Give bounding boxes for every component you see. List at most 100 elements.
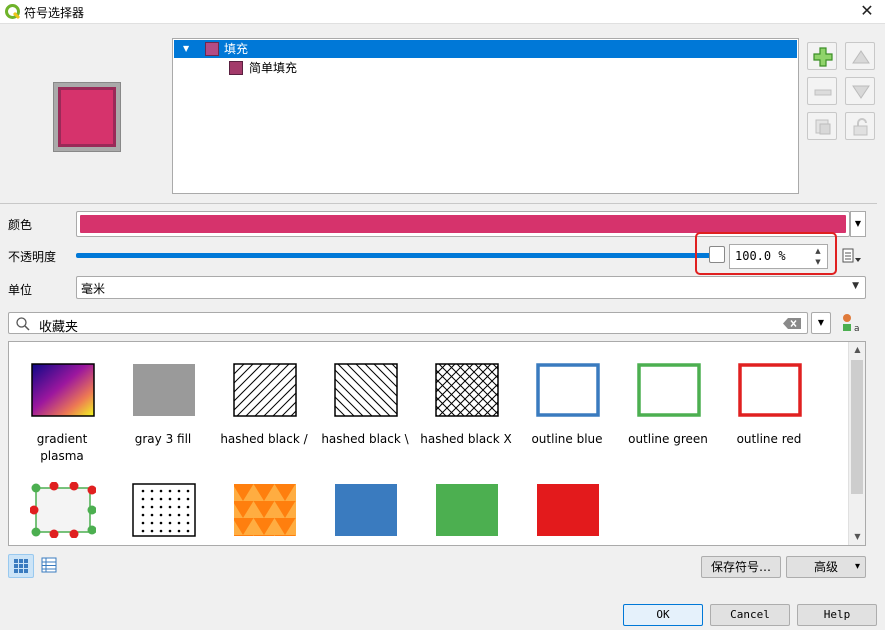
search-value: 收藏夹 bbox=[39, 320, 79, 335]
symbol-thumbnail bbox=[132, 483, 196, 537]
advanced-label: 高级 bbox=[813, 560, 838, 574]
symbol-thumbnail bbox=[31, 363, 95, 417]
expand-arrow-icon[interactable]: ▼ bbox=[183, 40, 189, 58]
list-view-button[interactable] bbox=[37, 554, 63, 578]
grid-view-icon bbox=[14, 559, 28, 573]
gallery-item[interactable] bbox=[113, 462, 213, 545]
search-input[interactable]: 收藏夹 bbox=[8, 312, 808, 335]
save-symbol-button[interactable]: 保存符号… bbox=[701, 556, 781, 578]
search-dropdown[interactable]: ▼ bbox=[811, 312, 831, 334]
duplicate-layer-icon bbox=[815, 119, 831, 135]
title-bar: 符号选择器 ✕ bbox=[0, 0, 885, 24]
gallery-item-label: gray 3 fill bbox=[134, 432, 192, 446]
unit-label: 单位 bbox=[8, 283, 33, 297]
gallery-item[interactable]: hashed black / bbox=[214, 342, 314, 452]
symbol-thumbnail bbox=[30, 482, 96, 538]
chevron-down-icon: ▾ bbox=[854, 561, 860, 572]
chevron-down-icon: ▼ bbox=[852, 281, 859, 291]
symbol-thumbnail bbox=[435, 363, 499, 417]
opacity-slider-track[interactable] bbox=[76, 253, 712, 258]
lock-icon bbox=[853, 118, 868, 136]
simple-fill-swatch-icon bbox=[229, 61, 243, 75]
symbol-thumbnail bbox=[536, 363, 600, 417]
scroll-down-icon[interactable]: ▼ bbox=[849, 529, 865, 545]
opacity-label: 不透明度 bbox=[8, 250, 57, 264]
add-layer-button[interactable] bbox=[807, 42, 837, 70]
section-divider bbox=[0, 203, 877, 204]
gallery-item-label: outline green bbox=[628, 432, 708, 446]
symbol-thumbnail bbox=[436, 484, 498, 536]
gallery-item-label: gradient plasma bbox=[36, 432, 88, 463]
svg-text:a: a bbox=[854, 324, 860, 333]
symbol-thumbnail bbox=[537, 484, 599, 536]
scroll-thumb[interactable] bbox=[851, 360, 863, 494]
gallery-item[interactable]: outline red bbox=[719, 342, 819, 452]
unit-combobox[interactable]: 毫米 ▼ bbox=[76, 276, 866, 299]
tree-item-fill[interactable]: ▼ 填充 bbox=[174, 40, 797, 58]
color-swatch bbox=[80, 215, 846, 233]
clear-icon[interactable] bbox=[783, 318, 801, 329]
gallery-item-label: outline blue bbox=[531, 432, 603, 446]
symbol-layer-tree[interactable]: ▼ 填充 简单填充 bbox=[172, 38, 799, 194]
gallery-item[interactable] bbox=[416, 462, 516, 545]
gallery-item-label: hashed black / bbox=[220, 432, 308, 446]
symbol-thumbnail bbox=[637, 363, 701, 417]
symbol-thumbnail bbox=[133, 364, 195, 416]
data-defined-override-icon[interactable] bbox=[839, 246, 863, 266]
spin-down-icon[interactable]: ▼ bbox=[811, 257, 825, 268]
symbol-preview bbox=[53, 82, 121, 152]
tree-item-fill-label: 填充 bbox=[224, 42, 249, 56]
move-up-button[interactable] bbox=[845, 42, 875, 70]
gallery-item-label: hashed black X bbox=[420, 432, 512, 446]
gallery-item[interactable]: gradient plasma bbox=[12, 342, 112, 463]
cancel-button[interactable]: Cancel bbox=[710, 604, 790, 626]
opacity-spinbox[interactable]: 100.0 % ▲ ▼ bbox=[729, 244, 828, 269]
symbol-thumbnail bbox=[233, 363, 297, 417]
spin-up-icon[interactable]: ▲ bbox=[811, 246, 825, 257]
advanced-button[interactable]: 高级 ▾ bbox=[786, 556, 866, 578]
symbol-thumbnail bbox=[334, 363, 398, 417]
close-button[interactable]: ✕ bbox=[849, 0, 885, 24]
unit-value: 毫米 bbox=[81, 282, 106, 296]
fill-swatch-icon bbox=[205, 42, 219, 56]
search-icon bbox=[16, 317, 30, 331]
duplicate-layer-button[interactable] bbox=[807, 112, 837, 140]
gallery-item[interactable]: hashed black X bbox=[416, 342, 516, 452]
opacity-slider-handle[interactable] bbox=[709, 246, 725, 263]
add-layer-icon bbox=[813, 47, 833, 67]
symbol-thumbnail bbox=[234, 484, 296, 536]
symbol-gallery[interactable]: gradient plasma gray 3 fill hashed black /… bbox=[8, 341, 866, 546]
gallery-item[interactable] bbox=[12, 462, 112, 545]
lock-layer-button[interactable] bbox=[845, 112, 875, 140]
remove-layer-button[interactable] bbox=[807, 77, 837, 105]
gallery-item[interactable] bbox=[517, 462, 617, 545]
style-manager-icon[interactable]: a bbox=[841, 313, 863, 333]
icon-view-button[interactable] bbox=[8, 554, 34, 578]
gallery-item[interactable]: outline blue bbox=[517, 342, 617, 452]
gallery-item-label: hashed black \ bbox=[321, 432, 409, 446]
symbol-thumbnail bbox=[335, 484, 397, 536]
tree-item-simple-fill-label: 简单填充 bbox=[249, 61, 298, 75]
move-up-icon bbox=[852, 50, 870, 64]
gallery-scrollbar[interactable]: ▲ ▼ bbox=[848, 342, 865, 545]
remove-layer-icon bbox=[814, 89, 832, 96]
window-title: 符号选择器 bbox=[24, 6, 85, 20]
color-label: 颜色 bbox=[8, 218, 33, 232]
symbol-preview-fill bbox=[58, 87, 116, 147]
gallery-item[interactable]: gray 3 fill bbox=[113, 342, 213, 452]
qgis-logo-icon bbox=[5, 4, 21, 20]
tree-item-simple-fill[interactable]: 简单填充 bbox=[174, 59, 797, 77]
scroll-up-icon[interactable]: ▲ bbox=[849, 342, 865, 358]
opacity-value: 100.0 % bbox=[735, 249, 786, 263]
gallery-item[interactable] bbox=[214, 462, 314, 545]
move-down-button[interactable] bbox=[845, 77, 875, 105]
gallery-item[interactable]: hashed black \ bbox=[315, 342, 415, 452]
symbol-thumbnail bbox=[738, 363, 802, 417]
gallery-item-label: outline red bbox=[736, 432, 802, 446]
help-button[interactable]: Help bbox=[797, 604, 877, 626]
ok-button[interactable]: OK bbox=[623, 604, 703, 626]
gallery-item[interactable] bbox=[315, 462, 415, 545]
gallery-item[interactable]: outline green bbox=[618, 342, 718, 452]
color-menu-dropdown[interactable]: ▼ bbox=[850, 211, 866, 237]
list-view-icon bbox=[41, 557, 57, 573]
